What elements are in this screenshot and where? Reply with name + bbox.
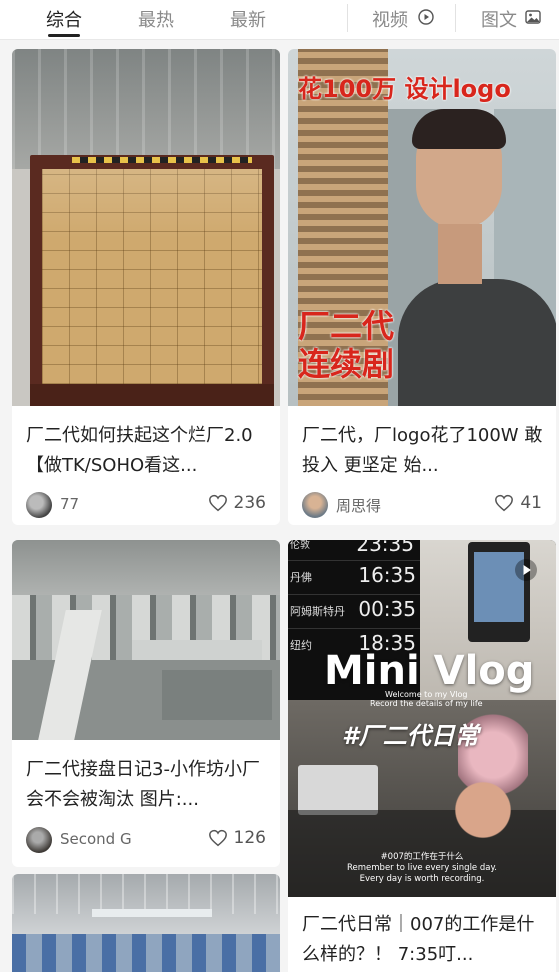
tab-image-text[interactable]: 图文	[481, 6, 517, 32]
subtitle-line: #007的工作在于什么	[380, 852, 464, 862]
overlay-line: 连续剧	[298, 345, 395, 383]
post-title[interactable]: 厂二代日常｜007的工作是什么样的？！ 7:35叮...	[302, 910, 544, 970]
overlay-line: 厂二代	[298, 307, 395, 345]
post-card[interactable]: 厂二代如何扶起这个烂厂2.0【做TK/SOHO看这... 77 236	[12, 49, 280, 525]
tab-divider	[455, 4, 456, 32]
subtitle-line: Remember to live every single day.	[347, 863, 497, 873]
image-icon	[525, 10, 541, 24]
author-name[interactable]: 77	[60, 495, 79, 513]
thumbnail-subtitles: #007的工作在于什么 Remember to live every singl…	[288, 852, 556, 885]
thumbnail-overlay-subtitle: 厂二代 连续剧	[298, 307, 394, 383]
play-icon	[515, 559, 537, 581]
post-card[interactable]	[12, 874, 280, 972]
like-count: 126	[233, 828, 266, 848]
top-tab-bar: 综合 最热 最新 视频 图文	[0, 0, 559, 40]
tab-comprehensive[interactable]: 综合	[46, 6, 82, 32]
clock-city: 伦敦	[290, 540, 310, 551]
like-button[interactable]: 126	[208, 828, 266, 848]
clock-city: 丹佛	[290, 571, 312, 584]
post-thumbnail	[12, 49, 280, 406]
tab-latest[interactable]: 最新	[230, 6, 266, 32]
subtitle-line: Every day is worth recording.	[359, 874, 485, 884]
thumbnail-overlay-hashtag: #厂二代日常	[342, 722, 479, 750]
post-thumbnail	[12, 540, 280, 740]
clock-time: 23:35	[356, 540, 414, 556]
like-count: 41	[520, 493, 542, 513]
post-meta: 77 236	[26, 492, 266, 518]
post-thumbnail	[12, 874, 280, 972]
heart-icon	[208, 494, 227, 512]
post-card[interactable]: 伦敦 23:35 丹佛 16:35 阿姆斯特丹 00:35 纽约 18:35 M…	[288, 540, 556, 972]
post-title[interactable]: 厂二代接盘日记3-小作坊小厂会不会被淘汰 图片:...	[26, 755, 268, 815]
post-card[interactable]: 厂二代接盘日记3-小作坊小厂会不会被淘汰 图片:... Second G 126	[12, 540, 280, 867]
clock-time: 00:35	[358, 597, 416, 621]
avatar[interactable]	[302, 492, 328, 518]
heart-icon	[495, 494, 514, 512]
thumbnail-overlay-title: 花100万 设计logo	[298, 75, 511, 103]
clock-city: 纽约	[290, 639, 312, 652]
like-count: 236	[233, 493, 266, 513]
post-thumbnail: 花100万 设计logo 厂二代 连续剧	[288, 49, 556, 406]
overlay-line: Record the details of my life	[370, 699, 483, 708]
post-title[interactable]: 厂二代，厂logo花了100W 敢投入 更坚定 始...	[302, 421, 544, 481]
overlay-line: Welcome to my Vlog	[385, 690, 468, 699]
clock-time: 16:35	[358, 563, 416, 587]
post-title[interactable]: 厂二代如何扶起这个烂厂2.0【做TK/SOHO看这...	[26, 421, 268, 481]
thumbnail-overlay-title: Mini Vlog	[324, 648, 535, 694]
author-name[interactable]: 周思得	[336, 495, 381, 516]
tab-hottest[interactable]: 最热	[138, 6, 174, 32]
tab-divider	[347, 4, 348, 32]
author-name[interactable]: Second G	[60, 830, 132, 848]
active-tab-indicator	[48, 34, 80, 37]
clock-city: 阿姆斯特丹	[290, 605, 345, 618]
like-button[interactable]: 41	[494, 493, 542, 513]
heart-icon	[208, 829, 227, 847]
play-circle-icon	[418, 9, 434, 25]
like-button[interactable]: 236	[208, 493, 266, 513]
post-thumbnail: 伦敦 23:35 丹佛 16:35 阿姆斯特丹 00:35 纽约 18:35 M…	[288, 540, 556, 897]
post-meta: 周思得 41	[302, 492, 542, 518]
tab-video[interactable]: 视频	[372, 6, 408, 32]
avatar[interactable]	[26, 827, 52, 853]
thumbnail-overlay-welcome: Welcome to my Vlog Record the details of…	[370, 690, 483, 708]
avatar[interactable]	[26, 492, 52, 518]
post-card[interactable]: 花100万 设计logo 厂二代 连续剧 厂二代，厂logo花了100W 敢投入…	[288, 49, 556, 525]
post-meta: Second G 126	[26, 827, 266, 853]
